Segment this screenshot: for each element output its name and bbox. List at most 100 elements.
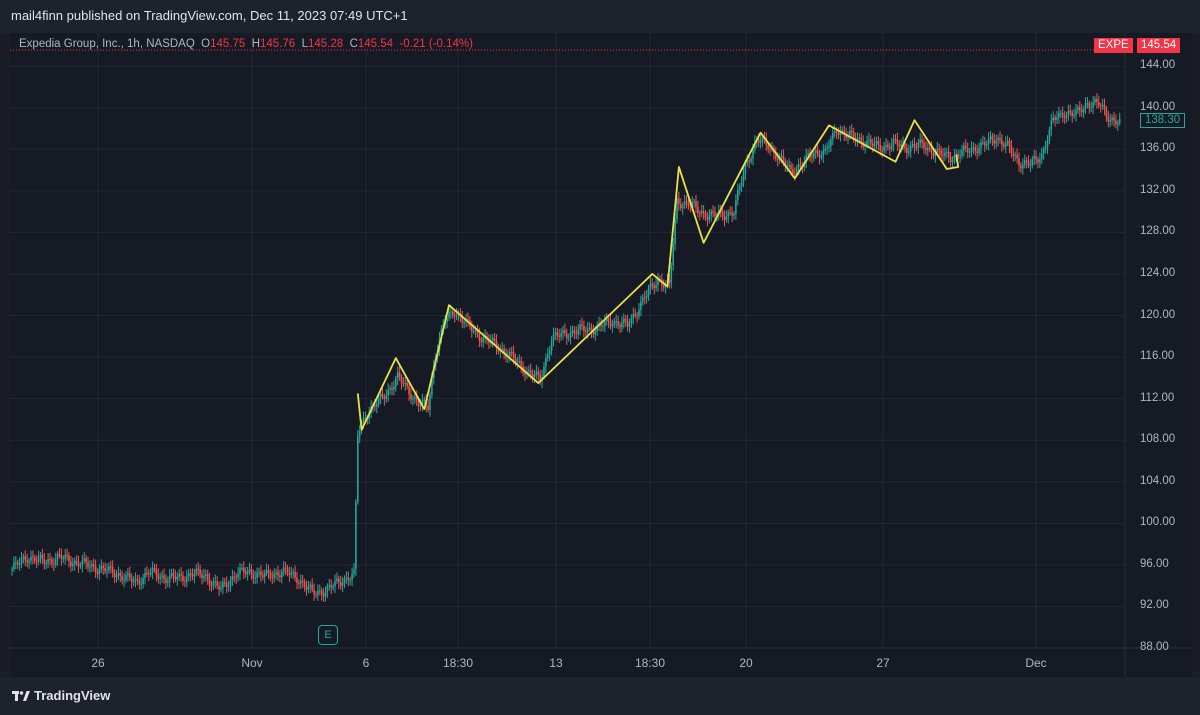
candle-body (947, 151, 950, 157)
candle-body (737, 189, 739, 201)
price-chart-svg[interactable] (10, 33, 1192, 677)
candle-body (908, 151, 910, 153)
candle-body (167, 581, 169, 583)
candle-body (704, 212, 707, 219)
candle-body (286, 568, 289, 574)
candle-body (172, 573, 175, 577)
candle-body (733, 213, 735, 216)
candle-body (73, 560, 76, 565)
candle-body (752, 149, 754, 159)
candle-body (296, 577, 298, 583)
candle-body (482, 337, 484, 342)
candle-body (1065, 114, 1068, 118)
candle-body (1054, 117, 1056, 120)
candle-body (81, 560, 84, 566)
candle-body (995, 140, 997, 144)
candle-body (1004, 142, 1007, 147)
candle-body (205, 574, 207, 576)
candle-body (246, 570, 249, 575)
candle-body (799, 164, 802, 166)
x-tick-label: 18:30 (634, 656, 666, 670)
candle-body (852, 131, 855, 138)
candle-body (265, 570, 268, 574)
candle-body (643, 297, 646, 299)
candle-body (30, 556, 32, 561)
candle-body (1098, 102, 1100, 106)
candle-body (1033, 156, 1035, 159)
candle-body (263, 573, 266, 577)
candle-body (662, 285, 665, 288)
candle-body (389, 388, 391, 390)
x-tick-label: Dec (1025, 656, 1047, 670)
candle-body (953, 155, 956, 161)
candle-body (395, 378, 397, 387)
candle-body (142, 577, 144, 584)
candle-body (581, 324, 583, 326)
candle-body (313, 589, 315, 595)
candle-body (284, 567, 287, 569)
candle-body (91, 564, 93, 567)
candle-body (640, 301, 642, 310)
candle-body (816, 150, 819, 154)
candle-body (811, 156, 813, 158)
candle-body (218, 585, 220, 590)
candle-body (493, 338, 496, 341)
candle-body (281, 572, 283, 578)
candle-body (615, 321, 617, 323)
candle-body (478, 334, 481, 341)
candle-body (573, 330, 576, 334)
candle-body (37, 556, 40, 562)
candle-body (524, 373, 526, 375)
candle-body (235, 577, 237, 579)
candle-body (277, 572, 279, 576)
candle-body (820, 156, 823, 158)
x-tick-label: 6 (362, 656, 370, 670)
candle-body (273, 573, 275, 578)
y-tick-label: 92.00 (1140, 599, 1169, 612)
candle-body (174, 576, 177, 580)
candle-body (199, 569, 201, 575)
candle-body (833, 131, 836, 133)
candle-body (797, 164, 800, 169)
candle-body (474, 329, 477, 331)
candle-body (54, 559, 57, 565)
candle-body (398, 372, 401, 377)
candle-body (621, 322, 623, 328)
open-value: 145.75 (210, 38, 246, 50)
candle-body (685, 201, 688, 203)
candle-body (932, 152, 935, 156)
candle-body (1039, 159, 1041, 163)
candle-body (630, 317, 633, 325)
candle-body (53, 563, 55, 565)
candle-body (1031, 158, 1034, 165)
candle-body (279, 575, 281, 578)
candle-body (699, 212, 701, 214)
candle-body (186, 576, 188, 582)
candle-body (1115, 120, 1117, 125)
y-tick-label: 88.00 (1140, 641, 1169, 653)
candle-body (890, 144, 893, 149)
candle-body (868, 139, 870, 141)
candle-body (750, 158, 752, 162)
candle-body (1092, 102, 1094, 108)
candle-body (761, 137, 764, 142)
candle-body (68, 555, 70, 562)
symbol-legend[interactable]: Expedia Group, Inc., 1h, NASDAQ O145.75 … (19, 38, 473, 50)
earnings-marker-icon[interactable]: E (318, 625, 338, 645)
candle-body (1079, 107, 1081, 111)
candle-body (212, 581, 215, 586)
candle-body (681, 205, 684, 208)
candle-body (649, 283, 652, 289)
candle-body (714, 212, 716, 217)
low-value: 145.28 (308, 38, 344, 50)
candle-body (623, 318, 625, 323)
candle-body (999, 137, 1001, 140)
candle-body (130, 577, 133, 582)
tradingview-logo[interactable]: TradingView (12, 688, 110, 703)
candle-body (849, 130, 851, 136)
candle-body (628, 324, 631, 327)
candle-body (396, 372, 399, 379)
candle-body (993, 140, 996, 144)
candle-body (870, 139, 872, 144)
candle-body (991, 136, 994, 141)
